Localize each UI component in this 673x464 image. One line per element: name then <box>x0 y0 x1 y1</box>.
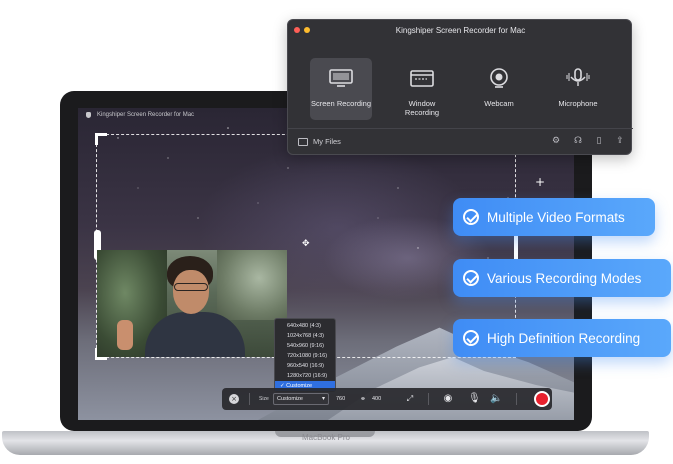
height-field[interactable]: 400 <box>372 396 381 402</box>
width-field[interactable]: 760 <box>336 396 345 402</box>
expand-icon[interactable]: ⤢ <box>404 393 416 405</box>
check-circle-icon <box>463 209 479 225</box>
size-select[interactable]: Customize ▾ <box>273 393 329 405</box>
speaker-icon[interactable]: 🔈 <box>490 393 502 405</box>
my-files-link[interactable]: My Files <box>313 137 341 146</box>
microphone-toggle-icon[interactable]: 🎙 <box>468 393 481 405</box>
recording-toolbar: × Size Customize ▾ 760 ⚭ 400 ⤢ ◉ 🎙 🔈 <box>222 388 552 410</box>
folder-icon[interactable] <box>298 138 308 146</box>
link-icon[interactable]: ⚭ <box>357 393 369 405</box>
move-icon[interactable]: ✥ <box>302 238 310 250</box>
mode-screen-recording[interactable]: Screen Recording <box>310 58 372 120</box>
check-circle-icon <box>463 330 479 346</box>
mode-webcam[interactable]: Webcam <box>468 58 530 120</box>
corner-handle-top-left[interactable] <box>95 133 107 145</box>
gear-icon[interactable]: ⚙ <box>551 136 561 146</box>
window-title: Kingshiper Screen Recorder for Mac <box>395 26 526 35</box>
promo-stage: Kingshiper Screen Recorder for Mac + ✥ 6… <box>0 0 673 464</box>
monitor-icon <box>329 69 353 87</box>
mac-menubar: Kingshiper Screen Recorder for Mac <box>86 112 194 118</box>
divider <box>249 393 250 405</box>
size-option[interactable]: 1280x720 (16:9) <box>275 371 335 381</box>
divider <box>516 393 517 405</box>
background-foliage <box>217 250 287 320</box>
apple-icon <box>86 112 91 118</box>
size-option[interactable]: 1024x768 (4:3) <box>275 331 335 341</box>
mode-window-recording[interactable]: Window Recording <box>391 58 453 120</box>
crosshair-icon: + <box>535 175 546 189</box>
feature-text: High Definition Recording <box>487 330 641 346</box>
size-option[interactable]: 720x1080 (9:16) <box>275 351 335 361</box>
divider <box>428 393 429 405</box>
webcam-icon <box>490 68 508 88</box>
person-face <box>173 270 209 314</box>
size-option[interactable]: 540x960 (9:16) <box>275 341 335 351</box>
window-icon <box>410 70 434 87</box>
mode-label: Window Recording <box>404 99 440 117</box>
divider <box>288 128 633 129</box>
webcam-overlay[interactable] <box>97 250 287 357</box>
mode-label: Webcam <box>484 99 514 108</box>
recorder-window: Kingshiper Screen Recorder for Mac Scree… <box>287 19 633 155</box>
webcam-toggle-icon[interactable]: ◉ <box>442 393 454 405</box>
size-select-value: Customize <box>277 396 303 402</box>
size-option[interactable]: 640x480 (4:3) <box>275 321 335 331</box>
upload-icon[interactable]: ⇪ <box>615 136 625 146</box>
laptop-model-label: MacBook Pro <box>301 433 351 442</box>
feature-text: Multiple Video Formats <box>487 209 625 225</box>
person-hand <box>117 320 133 350</box>
headset-icon[interactable]: ☊ <box>573 136 583 146</box>
close-icon[interactable]: × <box>229 394 239 404</box>
feature-pill: High Definition Recording <box>453 319 671 357</box>
feature-pill: Various Recording Modes <box>453 259 671 297</box>
size-option[interactable]: 960x540 (16:9) <box>275 361 335 371</box>
chevron-down-icon: ▾ <box>321 396 325 402</box>
microphone-icon <box>566 68 590 86</box>
menubar-app-title: Kingshiper Screen Recorder for Mac <box>97 112 195 118</box>
check-circle-icon <box>463 270 479 286</box>
mode-label: Microphone <box>558 99 598 108</box>
size-dropdown-list[interactable]: 640x480 (4:3) 1024x768 (4:3) 540x960 (9:… <box>274 318 336 392</box>
feature-text: Various Recording Modes <box>487 270 642 286</box>
book-icon[interactable]: ▯ <box>594 136 604 146</box>
record-button[interactable] <box>534 391 550 407</box>
feature-pill: Multiple Video Formats <box>453 198 655 236</box>
person-glasses <box>174 283 208 291</box>
mode-microphone[interactable]: Microphone <box>547 58 609 120</box>
mode-label: Screen Recording <box>310 99 372 108</box>
size-label: Size <box>259 396 269 402</box>
